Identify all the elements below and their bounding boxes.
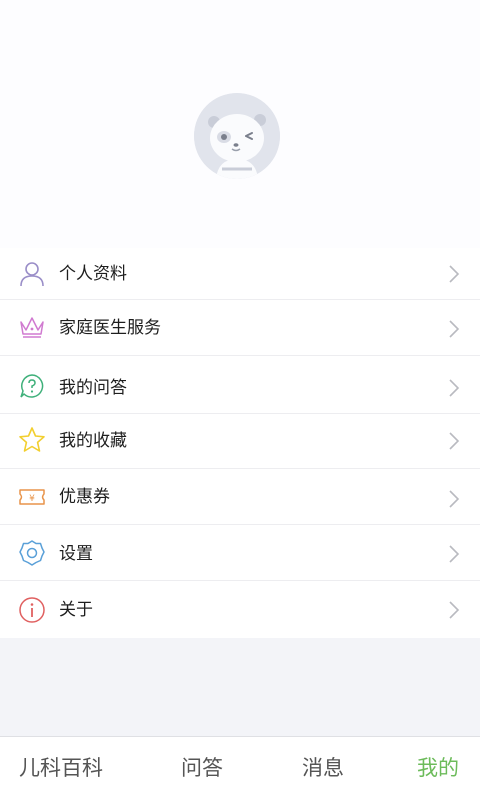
menu-item-settings[interactable]: 设置 (0, 525, 480, 581)
tab-encyclopedia[interactable]: 儿科百科 (19, 753, 103, 783)
settings-icon (19, 540, 45, 566)
chevron-right-icon (449, 379, 460, 397)
chevron-right-icon (449, 601, 460, 619)
menu-item-label: 优惠券 (59, 487, 110, 507)
coupon-icon: ¥ (19, 489, 45, 505)
chevron-right-icon (449, 545, 460, 563)
profile-header (0, 0, 480, 248)
menu-item-profile[interactable]: 个人资料 (0, 248, 480, 300)
tab-mine[interactable]: 我的 (417, 753, 459, 783)
menu-item-my-qa[interactable]: 我的问答 (0, 356, 480, 414)
menu-item-label: 个人资料 (59, 264, 127, 284)
avatar[interactable] (194, 93, 280, 179)
chevron-right-icon (449, 320, 460, 338)
svg-text:¥: ¥ (29, 494, 35, 504)
star-icon (19, 427, 45, 452)
tab-messages[interactable]: 消息 (302, 753, 344, 783)
empty-area (0, 638, 480, 736)
menu-item-label: 我的收藏 (59, 431, 127, 451)
chevron-right-icon (449, 490, 460, 508)
menu-item-label: 我的问答 (59, 378, 127, 398)
info-icon (19, 597, 45, 623)
tab-qa[interactable]: 问答 (181, 753, 223, 783)
menu-item-favorites[interactable]: 我的收藏 (0, 414, 480, 469)
menu-item-label: 家庭医生服务 (59, 318, 161, 338)
panda-avatar-icon (194, 93, 280, 179)
crown-icon (20, 317, 44, 338)
chevron-right-icon (449, 265, 460, 283)
menu-item-coupons[interactable]: ¥ 优惠券 (0, 469, 480, 525)
menu-item-label: 设置 (59, 544, 93, 564)
chevron-right-icon (449, 432, 460, 450)
question-bubble-icon (20, 374, 44, 398)
person-icon (20, 262, 44, 287)
menu-item-label: 关于 (59, 600, 93, 620)
menu-item-family-doctor[interactable]: 家庭医生服务 (0, 300, 480, 356)
menu-item-about[interactable]: 关于 (0, 581, 480, 638)
bottom-tab-bar: 儿科百科 问答 消息 我的 (0, 736, 480, 800)
menu-list: 个人资料 家庭医生服务 我的问答 我的收藏 ¥ 优惠券 设置 关于 (0, 248, 480, 638)
